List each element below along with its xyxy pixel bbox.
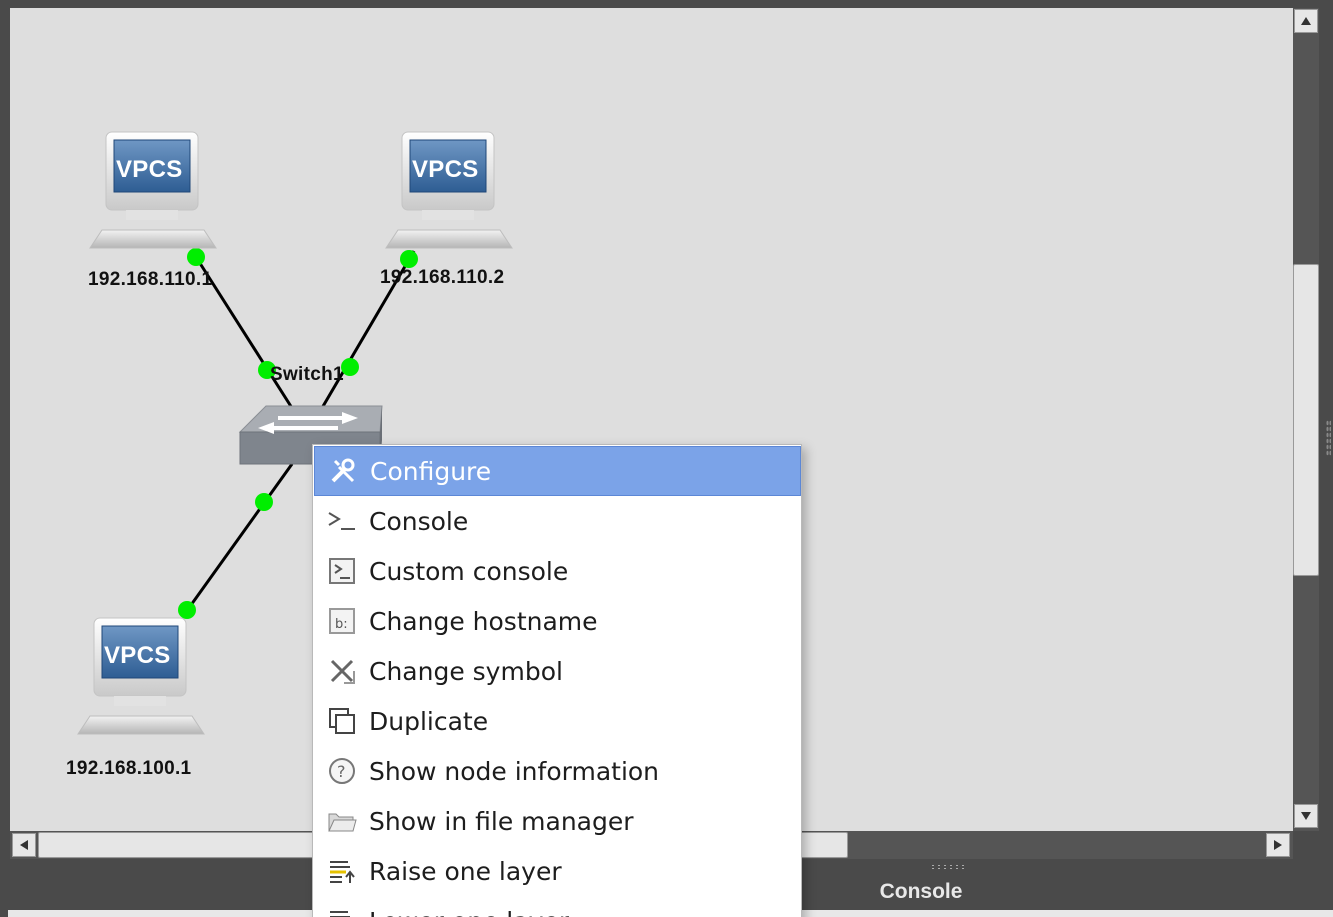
menu-item-change-symbol[interactable]: Change symbol (314, 646, 801, 696)
vpcs-icon-text: VPCS (116, 156, 183, 183)
node-label-pc1[interactable]: 192.168.110.1 (88, 269, 212, 291)
node-label-pc2[interactable]: 192.168.110.2 (380, 267, 504, 289)
terminal-prompt-icon (327, 506, 357, 536)
menu-item-label: Duplicate (369, 706, 489, 736)
link-switch-pc3[interactable] (184, 463, 294, 613)
vertical-scroll-thumb[interactable] (1293, 264, 1319, 576)
menu-item-label: Show node information (369, 756, 660, 786)
computer-icon (89, 131, 217, 249)
menu-item-custom-console[interactable]: Custom console (314, 546, 801, 596)
node-label-switch[interactable]: Switch1 (270, 364, 344, 386)
scroll-right-button[interactable] (1266, 833, 1290, 857)
svg-text:b:: b: (335, 617, 348, 632)
computer-icon (77, 617, 205, 735)
raise-layer-icon (327, 856, 357, 886)
node-label-pc3[interactable]: 192.168.100.1 (66, 758, 191, 780)
scroll-left-button[interactable] (12, 833, 36, 857)
wrench-screwdriver-icon (328, 456, 358, 486)
side-dock-grip[interactable] (1326, 420, 1331, 456)
menu-item-lower-one-layer[interactable]: Lower one layer (314, 896, 801, 917)
menu-item-label: Show in file manager (369, 806, 634, 836)
lower-layer-icon (327, 906, 357, 917)
node-context-menu: Configure Console Custom console b: Chan… (312, 444, 802, 917)
gns3-workspace-window: VPCS 192.168.110.1 VPCS 192.168.110.2 Sw… (0, 0, 1333, 917)
symbol-icon (327, 656, 357, 686)
scroll-up-button[interactable] (1294, 9, 1318, 33)
menu-item-console[interactable]: Console (314, 496, 801, 546)
link-status-dot (400, 250, 418, 268)
link-status-dot (255, 493, 273, 511)
menu-item-label: Lower one layer (369, 907, 569, 917)
help-circle-icon: ? (327, 756, 357, 786)
arrow-down-icon (1301, 812, 1311, 820)
vpcs-node-pc2[interactable]: VPCS (384, 130, 514, 252)
arrow-up-icon (1301, 17, 1311, 25)
vpcs-icon-text: VPCS (104, 642, 171, 669)
menu-item-raise-one-layer[interactable]: Raise one layer (314, 846, 801, 896)
console-dock-title: Console (879, 880, 963, 903)
vpcs-icon-text: VPCS (412, 156, 479, 183)
menu-item-label: Configure (370, 456, 492, 486)
duplicate-icon (327, 706, 357, 736)
computer-icon (385, 131, 513, 249)
menu-item-change-hostname[interactable]: b: Change hostname (314, 596, 801, 646)
menu-item-show-in-file-manager[interactable]: Show in file manager (314, 796, 801, 846)
menu-item-label: Change hostname (369, 606, 598, 636)
menu-item-show-node-information[interactable]: ? Show node information (314, 746, 801, 796)
svg-text:?: ? (337, 762, 346, 781)
menu-item-label: Raise one layer (369, 856, 562, 886)
vpcs-node-pc3[interactable]: VPCS (76, 616, 206, 738)
dock-resize-handle[interactable] (930, 864, 966, 870)
rename-icon: b: (327, 606, 357, 636)
arrow-right-icon (1274, 840, 1282, 850)
arrow-left-icon (20, 840, 28, 850)
scroll-down-button[interactable] (1294, 804, 1318, 828)
folder-icon (327, 806, 357, 836)
menu-item-configure[interactable]: Configure (314, 446, 801, 496)
menu-item-label: Custom console (369, 556, 569, 586)
vpcs-node-pc1[interactable]: VPCS (88, 130, 218, 252)
custom-console-icon (327, 556, 357, 586)
menu-item-label: Console (369, 506, 469, 536)
menu-item-duplicate[interactable]: Duplicate (314, 696, 801, 746)
menu-item-label: Change symbol (369, 656, 563, 686)
